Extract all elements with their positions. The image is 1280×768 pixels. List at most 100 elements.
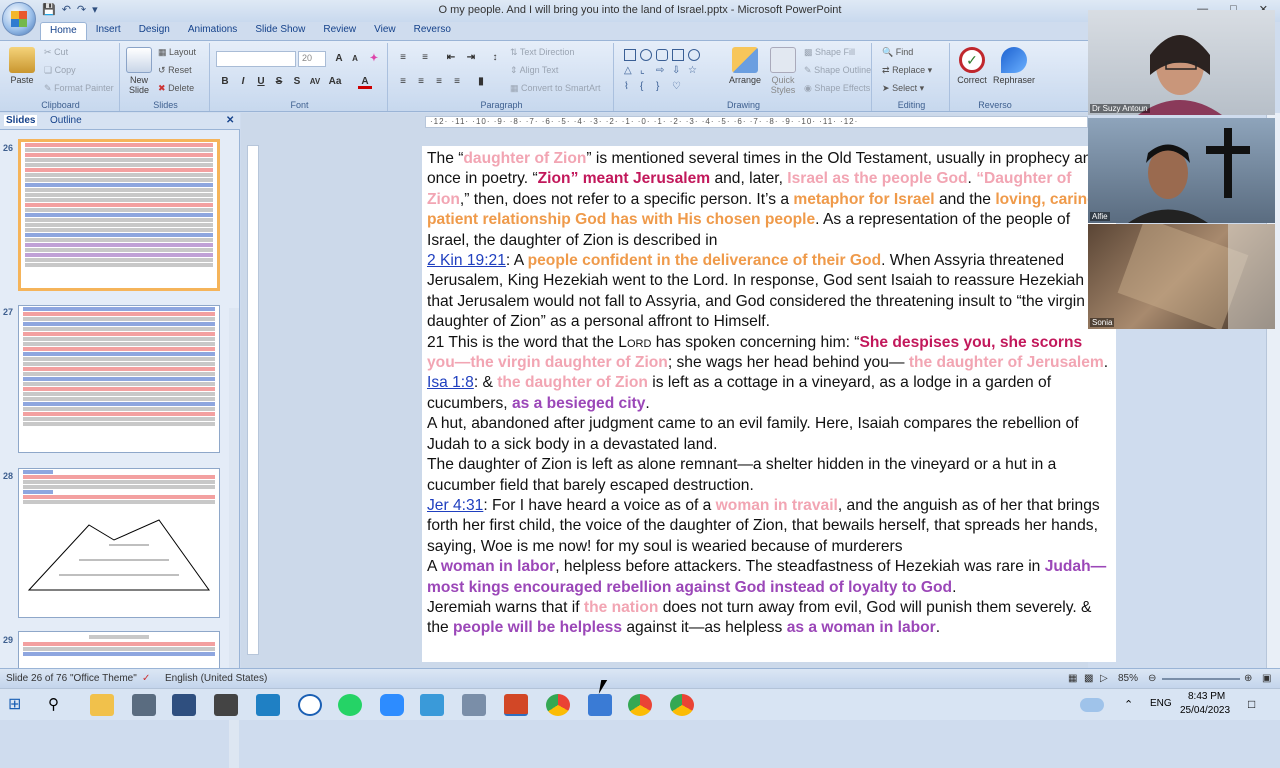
shape-fill-button[interactable]: ▩ Shape Fill: [804, 47, 855, 58]
shrink-font-icon[interactable]: A: [348, 52, 362, 66]
textbox-shape-icon[interactable]: [672, 49, 684, 61]
spellcheck-icon[interactable]: ✓: [142, 673, 150, 684]
app-icon[interactable]: [214, 694, 238, 716]
triangle-shape-icon[interactable]: △: [624, 65, 636, 77]
slideshow-view-icon[interactable]: ▷: [1100, 673, 1108, 684]
calculator-icon[interactable]: [172, 694, 196, 716]
bullets-icon[interactable]: ≡: [396, 51, 410, 65]
scripture-link[interactable]: Isa 1:8: [427, 374, 474, 391]
tab-view[interactable]: View: [365, 22, 405, 40]
brace-shape-icon[interactable]: {: [640, 81, 652, 93]
replace-button[interactable]: ⇄ Replace ▾: [882, 65, 932, 76]
tab-design[interactable]: Design: [130, 22, 179, 40]
language[interactable]: English (United States): [165, 673, 267, 684]
tab-slide-show[interactable]: Slide Show: [246, 22, 314, 40]
zoom-slider[interactable]: [1162, 678, 1240, 680]
align-center-icon[interactable]: ≡: [414, 75, 428, 89]
strikethrough-icon[interactable]: S: [272, 75, 286, 89]
paste-button[interactable]: Paste: [6, 47, 38, 85]
heart-shape-icon[interactable]: ♡: [672, 81, 684, 93]
underline-icon[interactable]: U: [254, 75, 268, 89]
tab-slides[interactable]: Slides: [4, 115, 38, 126]
copy-button[interactable]: ❏ Copy: [44, 65, 76, 76]
delete-button[interactable]: ✖ Delete: [158, 83, 194, 94]
format-painter-button[interactable]: ✎ Format Painter: [44, 83, 114, 94]
camera-icon[interactable]: [132, 694, 156, 716]
quick-styles-button[interactable]: Quick Styles: [766, 47, 800, 95]
layout-button[interactable]: ▦ Layout: [158, 47, 196, 58]
weather-icon[interactable]: [1080, 698, 1104, 712]
tab-home[interactable]: Home: [40, 22, 87, 40]
fit-slide-icon[interactable]: ▣: [1262, 673, 1271, 684]
font-color-icon[interactable]: A: [358, 75, 372, 89]
video-tile-3[interactable]: Sonia: [1088, 224, 1275, 329]
normal-view-icon[interactable]: ▦: [1068, 673, 1077, 684]
zoom-icon[interactable]: [380, 694, 404, 716]
zoom-out-icon[interactable]: ⊖: [1148, 673, 1156, 684]
zoom-level[interactable]: 85%: [1118, 673, 1138, 684]
numbering-icon[interactable]: ≡: [418, 51, 432, 65]
line-spacing-icon[interactable]: ↕: [488, 51, 502, 65]
rephraser-button[interactable]: Rephraser: [992, 47, 1036, 85]
sorter-view-icon[interactable]: ▩: [1084, 673, 1093, 684]
file-explorer-icon[interactable]: [90, 694, 114, 716]
text-direction-button[interactable]: ⇅ Text Direction: [510, 47, 574, 58]
rectangle-shape-icon[interactable]: [624, 49, 636, 61]
curve-shape-icon[interactable]: ⌇: [624, 81, 636, 93]
scripture-link[interactable]: Jer 4:31: [427, 497, 483, 514]
video-tile-1[interactable]: Dr Suzy Antoun: [1088, 10, 1275, 115]
brace-close-shape-icon[interactable]: }: [656, 81, 668, 93]
slide-thumbnail[interactable]: [18, 468, 220, 618]
clock-date[interactable]: 25/04/2023: [1180, 705, 1230, 716]
connector-shape-icon[interactable]: ⌞: [640, 65, 652, 77]
font-name-field[interactable]: [216, 51, 296, 67]
increase-indent-icon[interactable]: ⇥: [464, 51, 478, 65]
arrange-button[interactable]: Arrange: [726, 47, 764, 85]
decrease-indent-icon[interactable]: ⇤: [444, 51, 458, 65]
select-button[interactable]: ➤ Select ▾: [882, 83, 924, 94]
convert-smartart-button[interactable]: ▦ Convert to SmartArt: [510, 83, 601, 94]
whatsapp-icon[interactable]: [338, 694, 362, 716]
slide-textbox[interactable]: The “daughter of Zion” is mentioned seve…: [427, 149, 1109, 639]
tab-review[interactable]: Review: [314, 22, 365, 40]
shape-outline-button[interactable]: ✎ Shape Outline: [804, 65, 871, 76]
cut-button[interactable]: ✂ Cut: [44, 47, 68, 58]
arrow-down-shape-icon[interactable]: ⇩: [672, 65, 684, 77]
correct-button[interactable]: ✓ Correct: [954, 47, 990, 85]
notification-icon[interactable]: □: [1248, 697, 1255, 711]
font-size-field[interactable]: 20: [298, 51, 326, 67]
columns-icon[interactable]: ▮: [474, 75, 488, 89]
shadow-icon[interactable]: S: [290, 75, 304, 89]
circle-shape-icon[interactable]: [688, 49, 700, 61]
slide-canvas[interactable]: The “daughter of Zion” is mentioned seve…: [422, 146, 1116, 662]
search-icon[interactable]: ⚲: [48, 694, 72, 716]
tab-animations[interactable]: Animations: [179, 22, 246, 40]
slide-thumbnail[interactable]: [18, 139, 220, 291]
reset-button[interactable]: ↺ Reset: [158, 65, 192, 76]
chrome-icon[interactable]: [546, 694, 570, 716]
close-panel-icon[interactable]: ✕: [226, 115, 234, 126]
align-text-button[interactable]: ⇕ Align Text: [510, 65, 558, 76]
chrome-icon[interactable]: [628, 694, 652, 716]
align-right-icon[interactable]: ≡: [432, 75, 446, 89]
scripture-link[interactable]: 2 Kin 19:21: [427, 252, 506, 269]
star-shape-icon[interactable]: ☆: [688, 65, 700, 77]
skype-icon[interactable]: [298, 694, 322, 716]
store-icon[interactable]: [256, 694, 280, 716]
input-language[interactable]: ENG: [1150, 698, 1172, 709]
find-button[interactable]: 🔍 Find: [882, 47, 913, 58]
tab-reverso[interactable]: Reverso: [405, 22, 460, 40]
app-icon[interactable]: [588, 694, 612, 716]
shape-effects-button[interactable]: ◉ Shape Effects: [804, 83, 870, 94]
change-case-icon[interactable]: Aa: [328, 75, 342, 89]
chrome-icon[interactable]: [670, 694, 694, 716]
app-icon[interactable]: [462, 694, 486, 716]
powerpoint-icon[interactable]: [504, 694, 528, 716]
windows-start-icon[interactable]: ⊞: [8, 694, 32, 716]
chevron-up-icon[interactable]: ⌃: [1124, 698, 1133, 711]
zoom-in-icon[interactable]: ⊕: [1244, 673, 1252, 684]
clock-time[interactable]: 8:43 PM: [1188, 691, 1225, 702]
char-spacing-icon[interactable]: AV: [308, 75, 322, 89]
slide-thumbnail[interactable]: [18, 305, 220, 453]
arrow-right-shape-icon[interactable]: ⇨: [656, 65, 668, 77]
